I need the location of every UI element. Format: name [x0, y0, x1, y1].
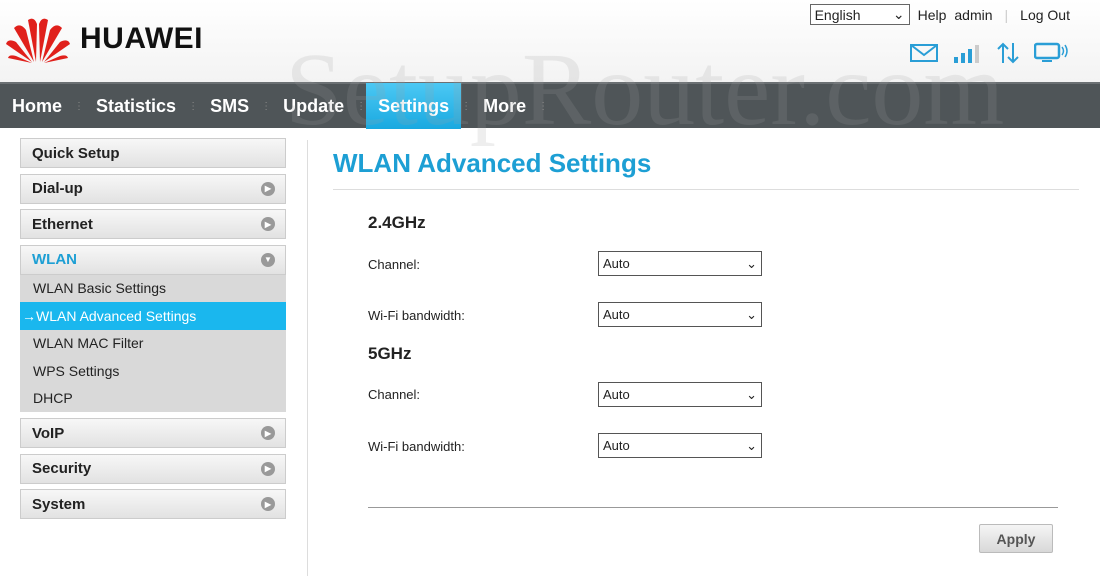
divider: [368, 507, 1058, 508]
sidebar-subitem-wlan-mac-filter[interactable]: WLAN MAC Filter: [20, 330, 286, 358]
header: HUAWEI English ⌄ Help admin | Log Out: [0, 0, 1100, 82]
brand-name: HUAWEI: [80, 22, 203, 55]
band-24-heading: 2.4GHz: [368, 213, 426, 232]
chevron-down-icon: ▼: [261, 252, 275, 267]
sidebar-item-security[interactable]: Security ▶: [20, 453, 286, 484]
nav-divider: ⋮: [261, 100, 272, 112]
device-connected-icon: [1034, 42, 1068, 62]
divider: |: [1004, 6, 1009, 23]
data-transfer-icon: [997, 42, 1019, 64]
huawei-logo: HUAWEI: [6, 14, 203, 64]
sidebar-subitem-dhcp[interactable]: DHCP: [20, 385, 286, 413]
sidebar-item-label: Dial-up: [32, 180, 83, 197]
nav-update[interactable]: Update: [271, 83, 356, 129]
sidebar-item-quick-setup[interactable]: Quick Setup: [20, 138, 286, 168]
nav-divider: ⋮: [538, 100, 549, 112]
chevron-right-icon: ▶: [261, 181, 275, 196]
sidebar-item-wlan[interactable]: WLAN ▼: [20, 244, 286, 275]
sidebar-subitem-wlan-advanced[interactable]: → WLAN Advanced Settings: [20, 302, 286, 330]
chevron-right-icon: ▶: [261, 217, 275, 231]
bandwidth-24-select[interactable]: Auto ⌄: [598, 302, 762, 327]
sidebar-item-dial-up[interactable]: Dial-up ▶: [20, 173, 286, 204]
channel-5-label: Channel:: [368, 387, 421, 402]
chevron-right-icon: ▶: [261, 426, 275, 440]
sidebar-item-label: Quick Setup: [32, 144, 120, 162]
nav-statistics[interactable]: Statistics: [84, 83, 188, 129]
chevron-down-icon: ⌄: [746, 255, 757, 271]
nav-divider: ⋮: [356, 100, 367, 112]
select-value: Auto: [603, 307, 630, 322]
signal-icon: [954, 45, 979, 63]
sidebar-subitem-wps[interactable]: WPS Settings: [20, 357, 286, 385]
bandwidth-24-label: Wi-Fi bandwidth:: [368, 308, 465, 323]
main-content: WLAN Advanced Settings 2.4GHz Channel: A…: [333, 140, 1079, 553]
chevron-down-icon: ⌄: [746, 437, 757, 453]
sidebar-item-label: System: [32, 495, 86, 513]
nav-more[interactable]: More: [471, 83, 538, 129]
select-value: Auto: [603, 438, 630, 453]
bandwidth-5-label: Wi-Fi bandwidth:: [368, 439, 465, 454]
select-value: Auto: [603, 256, 630, 271]
divider: [307, 140, 308, 576]
sidebar-subitem-wlan-basic[interactable]: WLAN Basic Settings: [20, 275, 286, 303]
chevron-down-icon: ⌄: [892, 6, 905, 22]
huawei-flower-icon: [6, 18, 70, 63]
nav-divider: ⋮: [74, 100, 85, 112]
logout-link[interactable]: Log Out: [1020, 7, 1070, 23]
chevron-down-icon: ⌄: [746, 386, 757, 402]
help-link[interactable]: Help: [918, 7, 947, 23]
sidebar-item-voip[interactable]: VoIP ▶: [20, 418, 286, 448]
apply-button[interactable]: Apply: [979, 524, 1053, 553]
nav-sms[interactable]: SMS: [198, 83, 261, 129]
band-5-heading: 5GHz: [368, 344, 412, 363]
sidebar-item-label: Ethernet: [32, 215, 93, 233]
main-nav: Home ⋮ Statistics ⋮ SMS ⋮ Update ⋮ Settings ⋮…: [0, 82, 1100, 129]
sidebar-item-label: WLAN: [32, 251, 77, 268]
language-value: English: [814, 6, 861, 23]
nav-settings[interactable]: Settings: [366, 83, 462, 129]
language-select[interactable]: English ⌄: [809, 4, 910, 25]
select-value: Auto: [603, 387, 630, 402]
page-title: WLAN Advanced Settings: [333, 140, 1079, 190]
nav-divider: ⋮: [188, 100, 199, 112]
nav-divider: ⋮: [461, 100, 472, 112]
channel-24-select[interactable]: Auto ⌄: [598, 251, 762, 276]
chevron-right-icon: ▶: [261, 497, 275, 511]
bandwidth-5-select[interactable]: Auto ⌄: [598, 433, 762, 458]
wlan-submenu: WLAN Basic Settings → WLAN Advanced Setti…: [20, 274, 286, 413]
channel-5-select[interactable]: Auto ⌄: [598, 382, 762, 407]
chevron-down-icon: ⌄: [746, 306, 757, 322]
arrow-right-icon: →: [22, 307, 36, 324]
mail-icon[interactable]: [910, 43, 938, 63]
sidebar-item-label: VoIP: [32, 424, 65, 442]
user-name: admin: [954, 6, 993, 23]
sidebar-item-ethernet[interactable]: Ethernet ▶: [20, 209, 286, 239]
sidebar-item-label: Security: [32, 460, 92, 477]
chevron-right-icon: ▶: [261, 461, 275, 476]
sidebar-item-system[interactable]: System ▶: [20, 489, 286, 519]
channel-24-label: Channel:: [368, 257, 421, 272]
sidebar: Quick Setup Dial-up ▶ Ethernet ▶ WLAN ▼ WLA…: [20, 138, 286, 525]
nav-home[interactable]: Home: [0, 83, 74, 129]
sidebar-item-label: WLAN Advanced Settings: [36, 307, 197, 324]
